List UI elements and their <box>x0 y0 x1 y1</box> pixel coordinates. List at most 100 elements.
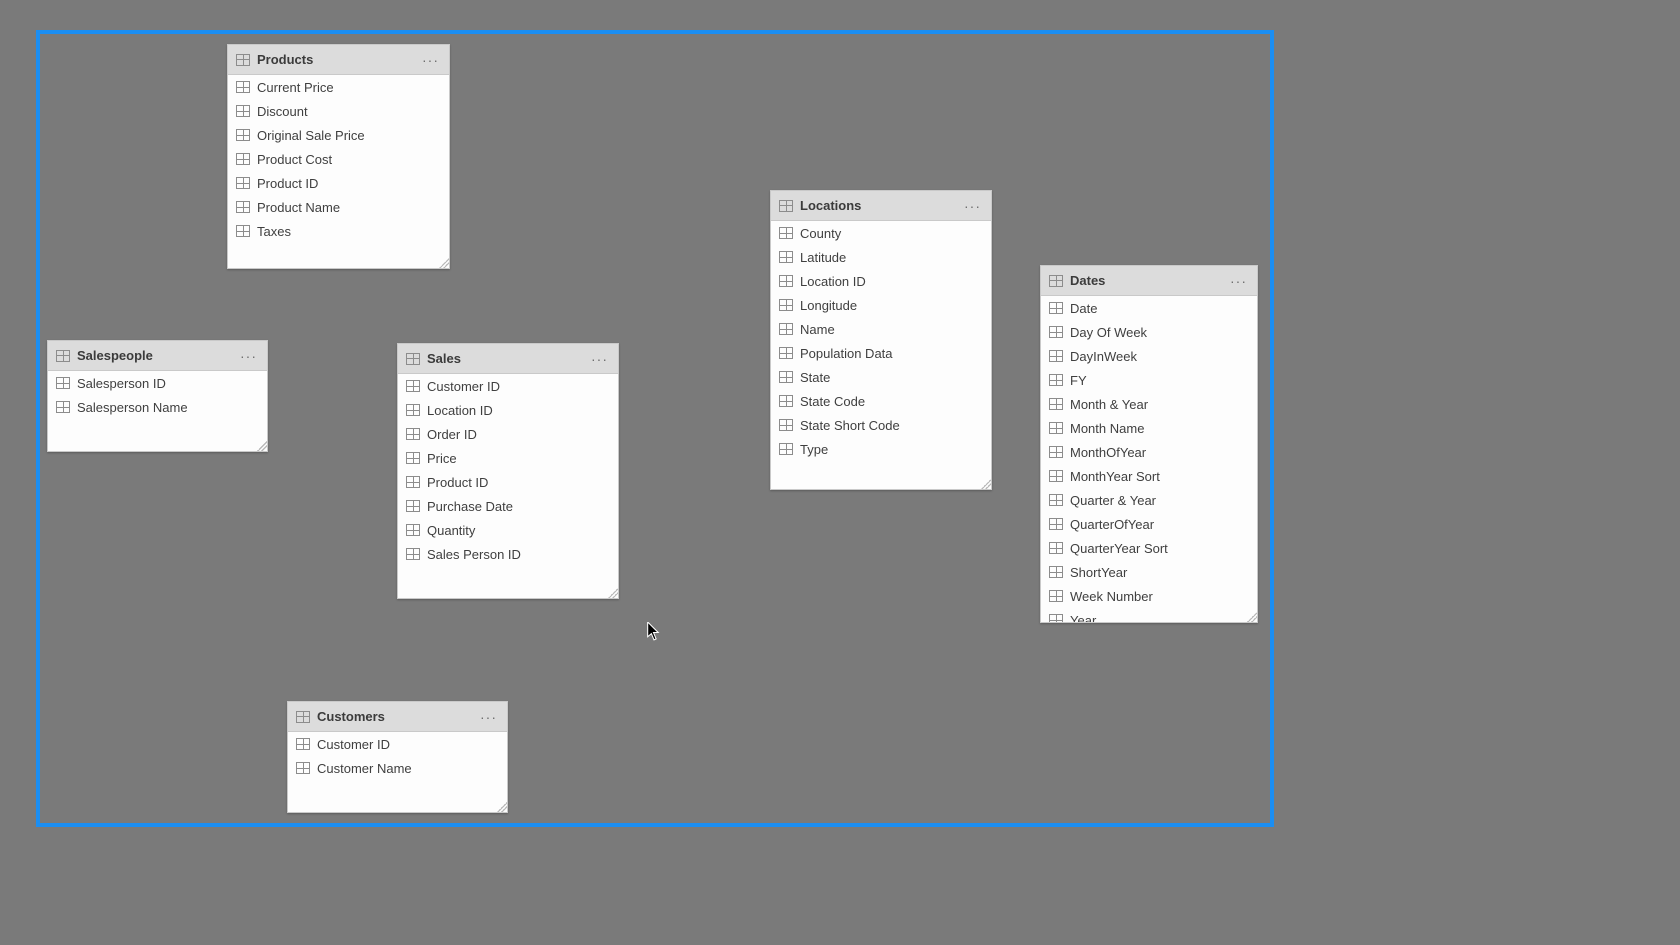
resize-handle[interactable] <box>257 441 267 451</box>
table-header-locations[interactable]: Locations··· <box>771 191 991 221</box>
table-menu-button[interactable]: ··· <box>962 198 983 214</box>
field-row[interactable]: Salesperson ID <box>48 371 267 395</box>
column-icon <box>236 81 250 93</box>
field-row[interactable]: Product ID <box>228 171 449 195</box>
field-row[interactable]: Salesperson Name <box>48 395 267 419</box>
table-locations[interactable]: Locations···CountyLatitudeLocation ID Lon… <box>770 190 992 490</box>
resize-handle[interactable] <box>497 802 507 812</box>
field-row[interactable]: Date <box>1041 296 1257 320</box>
field-row[interactable]: State <box>771 365 991 389</box>
table-menu-button[interactable]: ··· <box>238 348 259 364</box>
field-row[interactable]: Customer ID <box>398 374 618 398</box>
table-salespeople[interactable]: Salespeople··· Salesperson ID Salesperson … <box>47 340 268 452</box>
field-row[interactable]: Quarter & Year <box>1041 488 1257 512</box>
column-icon <box>1049 542 1063 554</box>
field-row[interactable]: Purchase Date <box>398 494 618 518</box>
field-row[interactable]: County <box>771 221 991 245</box>
field-row[interactable]: Price <box>398 446 618 470</box>
field-row[interactable]: QuarterOfYear <box>1041 512 1257 536</box>
field-row[interactable]: Product Name <box>228 195 449 219</box>
table-title: Dates <box>1070 273 1221 288</box>
field-row[interactable]: State Short Code <box>771 413 991 437</box>
field-label: Customer ID <box>427 379 500 394</box>
table-menu-button[interactable]: ··· <box>589 351 610 367</box>
resize-handle[interactable] <box>608 588 618 598</box>
column-icon <box>779 443 793 455</box>
field-row[interactable]: Current Price <box>228 75 449 99</box>
field-row[interactable]: Year <box>1041 608 1257 622</box>
field-row[interactable]: Quantity <box>398 518 618 542</box>
field-label: Customer ID <box>317 737 390 752</box>
field-row[interactable]: MonthYear Sort <box>1041 464 1257 488</box>
resize-handle[interactable] <box>1247 612 1257 622</box>
table-customers[interactable]: Customers··· Customer ID Customer Name <box>287 701 508 813</box>
table-header-sales[interactable]: Sales ··· <box>398 344 618 374</box>
field-row[interactable]: Longitude <box>771 293 991 317</box>
field-row[interactable]: Month & Year <box>1041 392 1257 416</box>
field-row[interactable]: Original Sale Price <box>228 123 449 147</box>
column-icon <box>406 428 420 440</box>
field-row[interactable]: Type <box>771 437 991 461</box>
field-label: Customer Name <box>317 761 412 776</box>
column-icon <box>406 452 420 464</box>
field-row[interactable]: Discount <box>228 99 449 123</box>
table-body-products: Current Price Discount Original Sale Price… <box>228 75 449 268</box>
table-icon <box>1049 275 1063 287</box>
field-row[interactable]: Month Name <box>1041 416 1257 440</box>
field-row[interactable]: FY <box>1041 368 1257 392</box>
field-row[interactable]: State Code <box>771 389 991 413</box>
field-row[interactable]: ShortYear <box>1041 560 1257 584</box>
column-icon <box>1049 614 1063 622</box>
table-sales[interactable]: Sales···Customer IDLocation IDOrder IDPr… <box>397 343 619 599</box>
table-header-products[interactable]: Products··· <box>228 45 449 75</box>
table-menu-button[interactable]: ··· <box>478 709 499 725</box>
column-icon <box>406 500 420 512</box>
table-menu-button[interactable]: ··· <box>1228 273 1249 289</box>
field-row[interactable]: Name <box>771 317 991 341</box>
field-row[interactable]: Location ID <box>398 398 618 422</box>
field-label: Longitude <box>800 298 857 313</box>
field-label: Salesperson ID <box>77 376 166 391</box>
column-icon <box>1049 446 1063 458</box>
field-label: Product ID <box>257 176 318 191</box>
field-row[interactable]: Customer ID <box>288 732 507 756</box>
field-label: Product ID <box>427 475 488 490</box>
table-icon <box>236 54 250 66</box>
field-label: Discount <box>257 104 308 119</box>
column-icon <box>1049 566 1063 578</box>
table-products[interactable]: Products···Current Price Discount Original… <box>227 44 450 269</box>
field-label: QuarterYear Sort <box>1070 541 1168 556</box>
table-menu-button[interactable]: ··· <box>420 52 441 68</box>
field-row[interactable]: Taxes <box>228 219 449 243</box>
field-row[interactable]: Product Cost <box>228 147 449 171</box>
field-row[interactable]: Day Of Week <box>1041 320 1257 344</box>
field-label: Type <box>800 442 828 457</box>
table-header-salespeople[interactable]: Salespeople··· <box>48 341 267 371</box>
column-icon <box>296 738 310 750</box>
table-title: Sales <box>427 351 582 366</box>
field-row[interactable]: Population Data <box>771 341 991 365</box>
field-row[interactable]: Latitude <box>771 245 991 269</box>
field-label: QuarterOfYear <box>1070 517 1154 532</box>
field-row[interactable]: Sales Person ID <box>398 542 618 566</box>
field-row[interactable]: Location ID <box>771 269 991 293</box>
field-row[interactable]: Product ID <box>398 470 618 494</box>
field-row[interactable]: Week Number <box>1041 584 1257 608</box>
column-icon <box>1049 326 1063 338</box>
table-header-customers[interactable]: Customers··· <box>288 702 507 732</box>
field-row[interactable]: Order ID <box>398 422 618 446</box>
field-row[interactable]: DayInWeek <box>1041 344 1257 368</box>
resize-handle[interactable] <box>439 258 449 268</box>
column-icon <box>779 371 793 383</box>
field-label: Week Number <box>1070 589 1153 604</box>
field-label: Location ID <box>427 403 493 418</box>
table-header-dates[interactable]: Dates ··· <box>1041 266 1257 296</box>
field-row[interactable]: Customer Name <box>288 756 507 780</box>
table-body-locations: CountyLatitudeLocation ID Longitude NamePo… <box>771 221 991 489</box>
column-icon <box>779 275 793 287</box>
field-row[interactable]: MonthOfYear <box>1041 440 1257 464</box>
table-dates[interactable]: Dates···DateDay Of WeekDayInWeekFYMonth … <box>1040 265 1258 623</box>
column-icon <box>1049 398 1063 410</box>
resize-handle[interactable] <box>981 479 991 489</box>
field-row[interactable]: QuarterYear Sort <box>1041 536 1257 560</box>
